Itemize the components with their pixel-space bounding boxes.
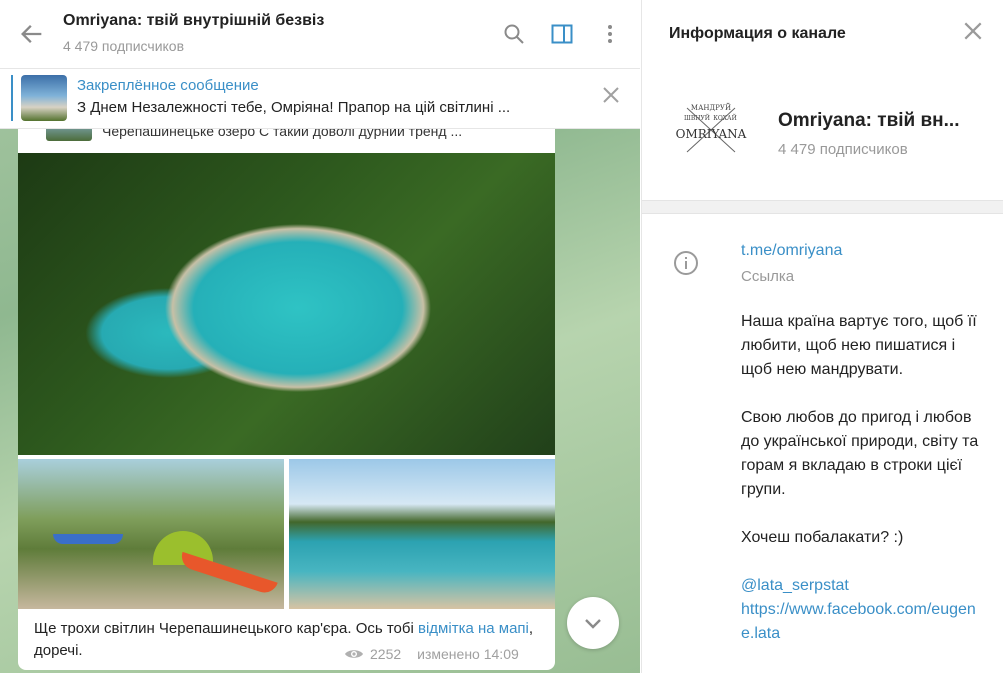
chat-title[interactable]: Omriyana: твій внутрішній безвіз bbox=[63, 12, 324, 30]
info-panel-title: Информация о канале bbox=[669, 25, 846, 42]
sidebar-toggle-icon bbox=[551, 24, 573, 44]
chat-header: Omriyana: твій внутрішній безвіз 4 479 п… bbox=[0, 0, 640, 69]
contact-url-link[interactable]: https://www.facebook.com/eugene.lata bbox=[741, 598, 981, 646]
channel-info-panel: Информация о канале МАНДРУЙ ШВНУЙ КОХАЙ … bbox=[641, 0, 1003, 673]
description-paragraph: Свою любов до пригод і любов до українсь… bbox=[741, 409, 979, 498]
channel-description: Наша країна вартує того, щоб її любити, … bbox=[741, 310, 981, 646]
search-icon bbox=[504, 24, 524, 44]
info-icon bbox=[674, 251, 698, 275]
pinned-close-button[interactable] bbox=[598, 85, 624, 111]
avatar-text-right: КОХАЙ bbox=[713, 114, 737, 122]
scroll-down-button[interactable] bbox=[567, 597, 619, 649]
map-link[interactable]: відмітка на мапі bbox=[418, 620, 529, 637]
section-divider bbox=[642, 200, 1003, 214]
search-button[interactable] bbox=[500, 20, 528, 48]
photo-camping[interactable] bbox=[18, 459, 284, 609]
chat-panel: Omriyana: твій внутрішній безвіз 4 479 п… bbox=[0, 0, 640, 673]
photo-lake-shore[interactable] bbox=[289, 459, 555, 609]
avatar-text-top: МАНДРУЙ bbox=[691, 103, 731, 112]
sidebar-toggle-button[interactable] bbox=[548, 20, 576, 48]
photo-lake-aerial[interactable] bbox=[18, 153, 555, 455]
close-icon bbox=[603, 87, 619, 103]
message-card: Черепашинецьке озеро С такий доволі дурн… bbox=[18, 129, 555, 670]
hammock-orange bbox=[178, 551, 278, 597]
channel-avatar[interactable]: МАНДРУЙ ШВНУЙ КОХАЙ OMRIYANA bbox=[669, 90, 753, 174]
more-button[interactable] bbox=[596, 20, 624, 48]
pinned-title: Закреплённое сообщение bbox=[77, 77, 259, 94]
pinned-message-bar[interactable]: Закреплённое сообщение З Днем Незалежнос… bbox=[0, 69, 640, 129]
avatar-text-main: OMRIYANA bbox=[676, 127, 747, 141]
previous-thumbnail bbox=[46, 129, 92, 141]
back-button[interactable] bbox=[18, 20, 46, 48]
pinned-thumbnail bbox=[21, 75, 67, 121]
channel-logo-icon: МАНДРУЙ ШВНУЙ КОХАЙ OMRIYANA bbox=[676, 103, 747, 153]
previous-text: Черепашинецьке озеро С такий доволі дурн… bbox=[102, 129, 463, 139]
pinned-accent-bar bbox=[11, 75, 13, 121]
previous-message-snippet[interactable]: Черепашинецьке озеро С такий доволі дурн… bbox=[18, 129, 555, 153]
message-text-part: Ще трохи світлин Черепашинецького кар'єр… bbox=[34, 620, 418, 637]
channel-link[interactable]: t.me/omriyana bbox=[741, 242, 842, 260]
view-count: 2252 bbox=[370, 646, 402, 662]
contact-handle-link[interactable]: @lata_serpstat bbox=[741, 574, 981, 598]
chat-subscribers: 4 479 подписчиков bbox=[63, 38, 185, 54]
arrow-left-icon bbox=[21, 25, 42, 43]
pinned-text: З Днем Незалежності тебе, Омріяна! Прапо… bbox=[77, 99, 511, 116]
description-paragraph: Хочеш побалакати? :) bbox=[741, 529, 904, 546]
channel-link-label: Ссылка bbox=[741, 268, 795, 285]
info-close-button[interactable] bbox=[960, 20, 986, 46]
chevron-down-icon bbox=[585, 619, 601, 629]
channel-name: Omriyana: твій вн... bbox=[778, 110, 960, 131]
message-meta: 2252 изменено 14:09 bbox=[344, 646, 519, 662]
eye-icon bbox=[345, 650, 363, 658]
close-icon bbox=[964, 22, 982, 40]
edited-time: изменено 14:09 bbox=[417, 646, 519, 662]
avatar-text-left: ШВНУЙ bbox=[684, 114, 710, 122]
hammock-blue bbox=[53, 534, 123, 544]
description-paragraph: Наша країна вартує того, щоб її любити, … bbox=[741, 313, 977, 378]
more-vertical-icon bbox=[608, 25, 612, 43]
channel-subscribers: 4 479 подписчиков bbox=[778, 141, 908, 158]
